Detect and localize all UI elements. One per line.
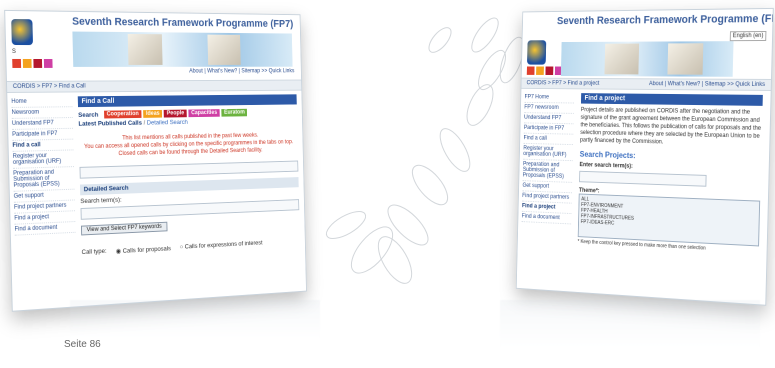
right-reflection bbox=[500, 300, 760, 350]
sidebar-item-home[interactable]: FP7 Home bbox=[524, 92, 575, 104]
tab-cooperation[interactable]: Cooperation bbox=[103, 110, 142, 119]
programme-colorbar bbox=[526, 66, 563, 76]
sidebar-item-register[interactable]: Register your organisation (URF) bbox=[523, 143, 574, 162]
theme-listbox[interactable]: ALL FP7-ENVIRONMENT FP7-HEALTH FP7-INFRA… bbox=[577, 193, 761, 247]
tab-capacities[interactable]: Capacities bbox=[188, 109, 220, 118]
tab-search[interactable]: Search bbox=[78, 111, 102, 118]
right-screenshot: Seventh Research Framework Programme (FP… bbox=[515, 7, 774, 306]
banner-photo bbox=[127, 33, 163, 65]
radio-calls-interest[interactable]: ○ Calls for expressions of interest bbox=[180, 240, 263, 252]
header-banner bbox=[72, 31, 293, 67]
tab-euratom[interactable]: Euratom bbox=[221, 108, 248, 117]
banner-photo bbox=[207, 34, 241, 65]
filter-field[interactable] bbox=[79, 160, 299, 179]
banner-photo bbox=[604, 43, 640, 75]
language-select[interactable]: English (en) bbox=[729, 30, 767, 42]
banner-photo bbox=[667, 43, 704, 75]
sidebar-item-find-document[interactable]: Find a document bbox=[14, 222, 76, 236]
right-main: Find a project Project details are publi… bbox=[571, 89, 771, 259]
search-input[interactable] bbox=[579, 170, 707, 187]
left-main: Find a Call Search Cooperation Ideas Peo… bbox=[72, 91, 305, 262]
search-projects-heading: Search Projects: bbox=[579, 149, 636, 161]
sidebar-item-epss[interactable]: Preparation and Submission of Proposals … bbox=[13, 167, 75, 192]
sidebar: Home Newsroom Understand FP7 Participate… bbox=[7, 92, 76, 264]
right-header: Seventh Research Framework Programme (FP… bbox=[521, 8, 774, 79]
cordis-logo-icon bbox=[11, 18, 34, 46]
radio-label: Calls for expressions of interest bbox=[184, 239, 263, 251]
sidebar-item-find-document[interactable]: Find a document bbox=[521, 211, 572, 225]
left-screenshot: S Seventh Research Framework Programme (… bbox=[4, 9, 307, 312]
section-heading: Find a project bbox=[580, 93, 763, 106]
radio-label: Calls for proposals bbox=[122, 245, 172, 255]
radio-calls-proposals[interactable]: ◉ Calls for proposals bbox=[116, 244, 171, 255]
sidebar-item-epss[interactable]: Preparation and Submission of Proposals … bbox=[522, 159, 573, 183]
intro-text: Project details are published on CORDIS … bbox=[580, 107, 762, 146]
left-header: S Seventh Research Framework Programme (… bbox=[5, 10, 302, 81]
section-heading: Find a Call bbox=[77, 94, 297, 108]
call-type-label: Call type: bbox=[81, 247, 107, 257]
sidebar-item-home[interactable]: Home bbox=[11, 96, 73, 108]
top-links[interactable]: About | What's New? | Sitemap >> Quick L… bbox=[649, 79, 765, 90]
programme-colorbar bbox=[12, 58, 53, 68]
logo-text: S bbox=[11, 48, 16, 55]
page-number: Seite 86 bbox=[64, 339, 101, 350]
detailed-search-link[interactable]: Detailed Search bbox=[147, 119, 188, 126]
top-links[interactable]: About | What's New? | Sitemap >> Quick L… bbox=[189, 69, 294, 75]
cordis-logo-icon bbox=[527, 40, 547, 65]
calls-note: This list mentions all calls published i… bbox=[79, 131, 298, 159]
sidebar: FP7 Home FP7 newsroom Understand FP7 Par… bbox=[518, 89, 575, 248]
latest-calls-label: Latest Published Calls bbox=[78, 119, 143, 128]
page-title: Seventh Research Framework Programme (FP… bbox=[72, 15, 294, 30]
tab-ideas[interactable]: Ideas bbox=[143, 109, 163, 118]
left-reflection bbox=[70, 300, 320, 340]
sidebar-item-register[interactable]: Register your organisation (URF) bbox=[12, 150, 74, 169]
breadcrumb[interactable]: CORDIS > FP7 > Find a project bbox=[527, 80, 600, 86]
header-banner bbox=[560, 41, 734, 77]
view-keywords-button[interactable]: View and Select FP7 keywords bbox=[80, 221, 168, 236]
tab-people[interactable]: People bbox=[163, 109, 187, 118]
page-title: Seventh Research Framework Programme (FP… bbox=[556, 12, 774, 27]
